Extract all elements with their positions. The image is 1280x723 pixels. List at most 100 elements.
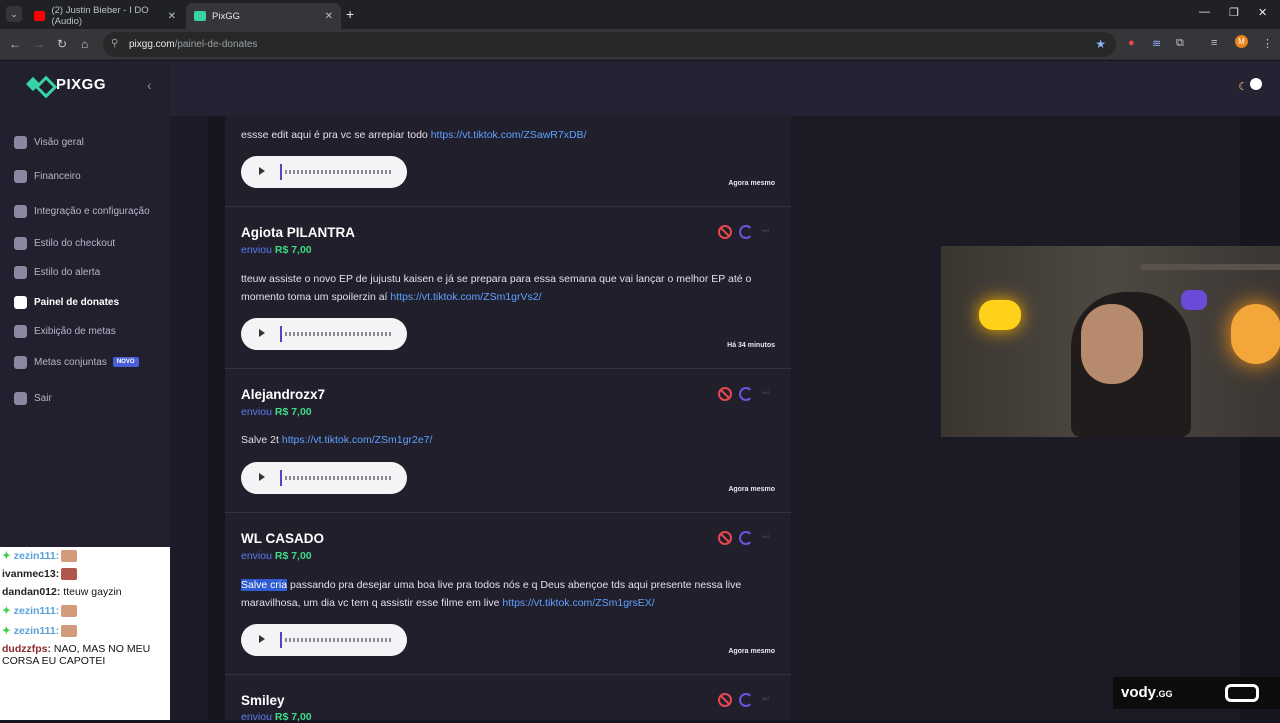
palette-icon [14,265,27,279]
home-icon[interactable]: ⌂ [81,37,88,51]
audio-waveform[interactable] [285,170,393,174]
restore-icon[interactable]: ❐ [1229,6,1239,19]
donation-message: tteuw assiste o novo EP de jujustu kaise… [241,271,771,306]
tab-pixgg[interactable]: PixGG ✕ [186,3,341,29]
donation-time: Há 34 minutos [727,342,775,349]
play-icon[interactable] [259,635,265,643]
audio-progress-cursor[interactable] [280,326,282,342]
replay-icon[interactable] [739,531,753,545]
sidebar-item-financeiro[interactable]: Financeiro [14,167,81,185]
audio-player[interactable] [241,318,407,350]
audio-progress-cursor[interactable] [280,470,282,486]
bookmark-star-icon[interactable]: ★ [1095,37,1106,51]
chat-user: dudzzfps: [2,643,51,655]
selected-text: Salve cria [241,579,288,591]
audio-progress-cursor[interactable] [280,632,282,648]
omnibox[interactable]: ⚲ pixgg.com/painel-de-donates ★ [103,32,1116,57]
play-icon[interactable] [259,167,265,175]
pixgg-logo[interactable]: PIXGG [28,76,106,93]
home-icon [14,135,27,149]
play-icon[interactable] [259,329,265,337]
vody-logo-suffix: .GG [1156,689,1173,699]
audio-player[interactable] [241,624,407,656]
donation-message: Salve cria passando pra desejar uma boa … [241,577,771,612]
tab-youtube[interactable]: (2) Justin Bieber - I DO (Audio) ✕ [26,3,184,29]
back-icon[interactable]: ← [9,37,21,51]
profile-avatar[interactable]: M [1235,35,1248,48]
audio-waveform[interactable] [285,638,393,642]
sidebar-item-estilo-alerta[interactable]: Estilo do alerta [14,263,100,281]
donor-name: WL CASADO [241,531,324,546]
close-icon[interactable]: ✕ [168,11,176,22]
logout-icon [14,391,27,405]
collapse-sidebar-icon[interactable]: ‹ [147,77,152,93]
message-text: essse edit aqui é pra vc se arrepiar tod… [241,129,431,141]
block-icon[interactable] [718,225,732,239]
close-icon[interactable]: ✕ [325,11,333,22]
sidebar-item-exibicao-metas[interactable]: Exibição de metas [14,322,116,340]
extension-red-icon[interactable]: ● [1128,37,1135,49]
block-icon[interactable] [718,693,732,707]
new-tab-icon[interactable]: + [346,6,354,22]
theme-toggle-icon[interactable]: ☾ [1238,80,1248,93]
sidebar-item-visao-geral[interactable]: Visão geral [14,133,84,151]
skip-icon[interactable]: ⏭ [762,226,770,240]
audio-waveform[interactable] [285,332,393,336]
emote-icon [61,625,78,638]
minimize-icon[interactable]: — [1199,6,1210,18]
extension-audio-icon[interactable]: ≋ [1152,37,1161,50]
reload-icon[interactable]: ↻ [57,37,67,51]
window-close-icon[interactable]: ✕ [1258,6,1267,19]
media-controls-icon[interactable]: ≡ [1211,37,1217,49]
sidebar-item-metas-conjuntas[interactable]: Metas conjuntas NOVO [14,353,139,371]
sidebar-item-label: Integração e configuração [34,205,150,217]
hand-coin-icon [14,295,27,309]
donation-amount: R$ 7,00 [274,711,312,723]
skip-icon[interactable]: ⏭ [762,532,770,546]
message-text: passando pra desejar uma boa live pra to… [241,579,742,609]
play-icon[interactable] [259,473,265,481]
message-link[interactable]: https://vt.tiktok.com/ZSm1grVs2/ [390,291,541,303]
replay-icon[interactable] [739,693,753,707]
sidebar-item-label: Financeiro [34,170,81,182]
theme-toggle-knob[interactable] [1250,78,1262,90]
block-icon[interactable] [718,531,732,545]
site-info-icon[interactable]: ⚲ [111,38,118,49]
divider [225,512,791,513]
replay-icon[interactable] [739,225,753,239]
sidebar-item-label: Visão geral [34,136,84,148]
sidebar-item-painel-donates[interactable]: Painel de donates [14,293,119,311]
sidebar-item-estilo-checkout[interactable]: Estilo do checkout [14,234,115,252]
forward-icon[interactable]: → [33,37,45,51]
sidebar-item-sair[interactable]: Sair [14,389,52,407]
skip-icon[interactable]: ⏭ [762,694,770,708]
webcam-lamp [1231,304,1280,364]
audio-player[interactable] [241,462,407,494]
vody-watermark: vody.GG [1113,677,1280,709]
audio-waveform[interactable] [285,476,393,480]
sidebar-item-integracao[interactable]: Integração e configuração [14,202,150,220]
sidebar-item-label: Sair [34,392,52,404]
donation-time: Agora mesmo [728,648,775,655]
message-link[interactable]: https://vt.tiktok.com/ZSm1gr2e7/ [282,434,433,446]
donation-amount: R$ 7,00 [274,550,312,562]
audio-player[interactable] [241,156,407,188]
sidebar-item-label: Estilo do alerta [34,266,101,278]
extensions-puzzle-icon[interactable]: ⧉ [1176,37,1184,50]
block-icon[interactable] [718,387,732,401]
sent-label: enviou [241,550,272,562]
donation-amount-line: enviou R$ 7,00 [241,711,312,723]
message-link[interactable]: https://vt.tiktok.com/ZSawR7xDB/ [431,129,587,141]
sent-label: enviou [241,406,272,418]
replay-icon[interactable] [739,387,753,401]
menu-kebab-icon[interactable]: ⋮ [1262,37,1273,50]
chat-line: ✦ zezin111: [2,605,78,618]
sidebar-item-label: Estilo do checkout [34,237,116,249]
chat-user: dandan012: [2,586,61,598]
message-link[interactable]: https://vt.tiktok.com/ZSm1grsEX/ [502,597,654,609]
tab-search-chevron-icon[interactable]: ⌄ [6,6,22,22]
skip-icon[interactable]: ⏭ [762,388,770,402]
brand-name: PIXGG [56,76,107,93]
donor-name: Smiley [241,693,285,708]
audio-progress-cursor[interactable] [280,164,282,180]
